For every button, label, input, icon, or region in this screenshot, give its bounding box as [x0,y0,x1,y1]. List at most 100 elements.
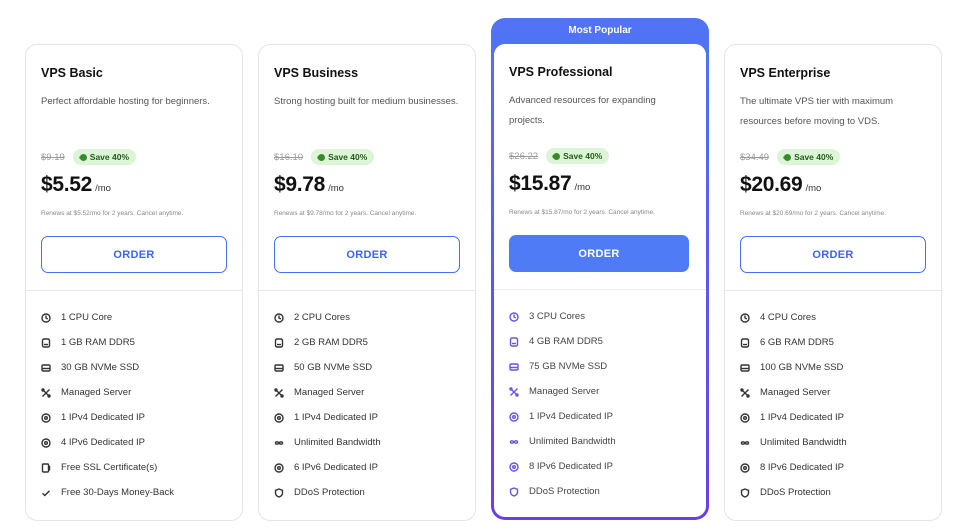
ip-icon [509,461,519,472]
feature-label: 8 IPv6 Dedicated IP [529,461,613,472]
order-button[interactable]: ORDER [274,236,460,273]
plan-card: VPS Professional Advanced resources for … [494,44,706,517]
feature-item: Managed Server [509,379,691,404]
tag-icon [782,152,793,162]
feature-item: 4 IPv6 Dedicated IP [41,430,227,455]
plan-price: $9.78 /mo [274,173,344,197]
feature-item: DDoS Protection [740,480,926,505]
renewal-note: Renews at $15.87/mo for 2 years. Cancel … [509,209,655,216]
feature-label: 1 IPv4 Dedicated IP [294,412,378,423]
feature-label: DDoS Protection [529,486,600,497]
feature-item: 100 GB NVMe SSD [740,355,926,380]
feature-item: 1 IPv4 Dedicated IP [509,404,691,429]
save-badge: Save 40% [311,149,375,165]
plan-name: VPS Basic [41,66,103,80]
price-amount: $20.69 [740,173,803,196]
original-price: $9.19 [41,151,65,163]
feature-label: Managed Server [529,386,600,397]
save-badge-label: Save 40% [328,152,368,162]
feature-item: Free 30-Days Money-Back [41,480,227,505]
feature-label: 100 GB NVMe SSD [760,362,844,373]
plan-description: Strong hosting built for medium business… [274,96,459,107]
ip-icon [740,462,750,473]
feature-item: Managed Server [41,380,227,405]
feature-item: 1 IPv4 Dedicated IP [274,405,460,430]
feature-label: 1 CPU Core [61,312,113,323]
feature-item: Unlimited Bandwidth [274,430,460,455]
feature-label: 75 GB NVMe SSD [529,361,608,372]
plan-card: VPS Enterprise The ultimate VPS tier wit… [724,44,942,521]
cpu-icon [274,312,284,323]
price-amount: $5.52 [41,173,93,196]
feature-label: Managed Server [61,387,132,398]
feature-item: Free SSL Certificate(s) [41,455,227,480]
plan-price: $5.52 /mo [41,173,111,197]
feature-item: 1 IPv4 Dedicated IP [41,405,227,430]
cpu-icon [41,312,51,323]
renewal-note: Renews at $5.52/mo for 2 years. Cancel a… [41,210,184,217]
tools-icon [274,387,284,398]
infinity-icon [509,437,519,447]
plan-card: VPS Basic Perfect affordable hosting for… [25,44,243,521]
feature-list: 1 CPU Core 1 GB RAM DDR5 30 GB NVMe SSD Man… [26,291,242,505]
feature-list: 4 CPU Cores 6 GB RAM DDR5 100 GB NVMe SSD M… [725,291,941,505]
price-amount: $9.78 [274,173,326,196]
discount-row: $9.19 Save 40% [41,149,137,165]
feature-label: Free 30-Days Money-Back [61,487,174,498]
feature-item: 50 GB NVMe SSD [274,355,460,380]
feature-label: 3 CPU Cores [529,311,585,322]
plan-name: VPS Business [274,66,359,80]
shield-icon [509,486,519,497]
feature-item: 3 CPU Cores [509,304,691,329]
original-price: $16.10 [274,151,304,163]
feature-label: Managed Server [760,387,831,398]
save-badge: Save 40% [777,149,841,165]
price-period: /mo [805,183,822,194]
plan-price: $15.87 /mo [509,172,590,196]
feature-label: DDoS Protection [760,487,831,498]
feature-item: 6 IPv6 Dedicated IP [274,455,460,480]
feature-item: 8 IPv6 Dedicated IP [740,455,926,480]
plan-description: Advanced resources for expanding project… [509,95,656,126]
check-icon [41,488,51,498]
feature-item: DDoS Protection [509,479,691,504]
feature-item: 30 GB NVMe SSD [41,355,227,380]
original-price: $34.49 [740,151,770,163]
feature-item: 6 GB RAM DDR5 [740,330,926,355]
plan-price: $20.69 /mo [740,173,821,197]
feature-label: 1 IPv4 Dedicated IP [61,412,145,423]
feature-label: 50 GB NVMe SSD [294,362,373,373]
feature-label: DDoS Protection [294,487,365,498]
cpu-icon [509,311,519,322]
feature-label: Unlimited Bandwidth [760,437,847,448]
feature-item: Unlimited Bandwidth [509,429,691,454]
ssd-icon [41,363,51,373]
feature-item: 8 IPv6 Dedicated IP [509,454,691,479]
tools-icon [41,387,51,398]
price-period: /mo [574,182,591,193]
feature-item: 4 GB RAM DDR5 [509,329,691,354]
feature-label: 1 IPv4 Dedicated IP [529,411,613,422]
plan-header: VPS Professional Advanced resources for … [494,44,706,289]
renewal-note: Renews at $9.78/mo for 2 years. Cancel a… [274,210,417,217]
save-badge-label: Save 40% [563,151,603,161]
tools-icon [740,387,750,398]
discount-row: $34.49 Save 40% [740,149,841,165]
plan-name: VPS Professional [509,65,613,79]
feature-label: 1 GB RAM DDR5 [61,337,135,348]
feature-label: 4 IPv6 Dedicated IP [61,437,145,448]
ip-icon [740,412,750,423]
feature-label: Unlimited Bandwidth [529,436,616,447]
pricing-plans: VPS Basic Perfect affordable hosting for… [0,0,957,532]
order-button[interactable]: ORDER [41,236,227,273]
ssd-icon [274,363,284,373]
order-button[interactable]: ORDER [509,235,689,272]
tag-icon [551,151,562,161]
tools-icon [509,386,519,397]
ip-icon [274,462,284,473]
price-period: /mo [328,183,344,194]
feature-item: 4 CPU Cores [740,305,926,330]
order-button[interactable]: ORDER [740,236,926,273]
feature-item: DDoS Protection [274,480,460,505]
price-amount: $15.87 [509,172,572,195]
